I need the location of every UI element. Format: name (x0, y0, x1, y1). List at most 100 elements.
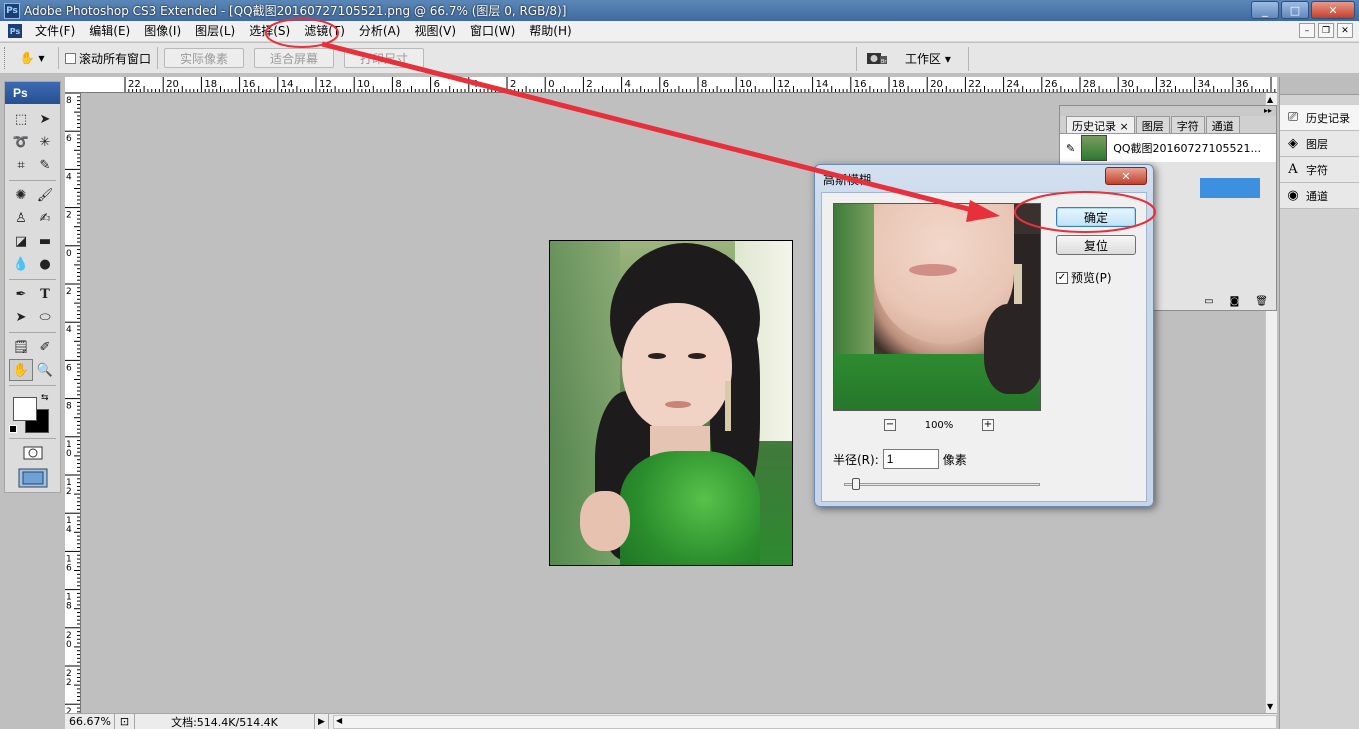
zoom-tool-icon[interactable]: 🔍 (33, 359, 57, 381)
swap-colors-icon[interactable]: ⇆ (41, 393, 49, 403)
crop-tool-icon[interactable]: ⌗ (9, 154, 33, 176)
notes-tool-icon[interactable]: 🗒 (9, 336, 33, 358)
ok-button[interactable]: 确定 (1056, 207, 1136, 227)
checkbox-box[interactable] (65, 52, 76, 64)
dock-character[interactable]: A 字符 (1280, 157, 1359, 183)
brush-tool-icon[interactable]: 🖌 (33, 184, 57, 206)
doc-minimize-button[interactable]: – (1299, 23, 1315, 38)
maximize-button[interactable]: □ (1281, 1, 1309, 19)
horizontal-ruler[interactable]: 22 20 18 16 14 12 10 8 6 4 2 0 2 4 6 8 10 12 14 16 18 20 22 24 2… (65, 77, 1277, 93)
actual-pixels-button[interactable]: 实际像素 (164, 48, 245, 68)
zoom-level[interactable]: 66.67% (65, 713, 115, 729)
options-grip[interactable] (4, 47, 8, 69)
tab-channels[interactable]: 通道 (1205, 116, 1240, 133)
radius-slider-track[interactable] (844, 483, 1040, 486)
fit-screen-button[interactable]: 适合屏幕 (254, 48, 335, 68)
menu-layer[interactable]: 图层(L) (188, 22, 242, 41)
eraser-tool-icon[interactable]: ◪ (9, 230, 33, 252)
blur-preview[interactable] (833, 203, 1041, 411)
workspace-menu[interactable]: 工作区 ▾ (905, 50, 951, 67)
bridge-button[interactable]: Br (862, 46, 892, 70)
pen-tool-icon[interactable]: ✒ (9, 283, 33, 305)
menu-window[interactable]: 窗口(W) (463, 22, 522, 41)
dialog-close-button[interactable]: ✕ (1105, 167, 1147, 185)
scroll-all-windows-checkbox[interactable]: 滚动所有窗口 (65, 50, 151, 67)
status-menu-arrow-icon[interactable]: ▶ (315, 713, 329, 729)
menu-filter[interactable]: 滤镜(T) (297, 22, 352, 41)
horizontal-scrollbar[interactable]: ◀ (333, 714, 1277, 729)
menu-select[interactable]: 选择(S) (242, 22, 297, 41)
tab-history[interactable]: 历史记录 × (1066, 116, 1135, 133)
path-selection-tool-icon[interactable]: ➤ (9, 306, 33, 328)
menu-image[interactable]: 图像(I) (137, 22, 188, 41)
zoom-in-button[interactable]: + (982, 419, 994, 431)
dock-header[interactable] (1280, 77, 1359, 95)
blur-tool-icon[interactable]: 💧 (9, 253, 33, 275)
slice-tool-icon[interactable]: ✎ (33, 154, 57, 176)
marquee-tool-icon[interactable]: ⬚ (9, 108, 33, 130)
menu-edit[interactable]: 编辑(E) (82, 22, 137, 41)
foreground-color-swatch[interactable] (13, 397, 37, 421)
ruler-label: 22 (128, 79, 141, 90)
toolbox-logo[interactable]: Ps (5, 82, 60, 104)
panel-collapse-icon[interactable]: ▸▸ (1264, 106, 1272, 115)
ellipse-tool-icon[interactable]: ⬭ (33, 306, 57, 328)
clone-stamp-tool-icon[interactable]: ♙ (9, 207, 33, 229)
history-brush-tool-icon[interactable]: ✍ (33, 207, 57, 229)
menu-view[interactable]: 视图(V) (407, 22, 463, 41)
panel-header[interactable]: ▸▸ (1060, 106, 1276, 116)
healing-brush-tool-icon[interactable]: ✺ (9, 184, 33, 206)
tab-layers[interactable]: 图层 (1135, 116, 1170, 133)
new-document-icon[interactable]: ▭ (1204, 296, 1213, 307)
ruler-label: 0 (66, 640, 72, 650)
menu-file[interactable]: 文件(F) (28, 22, 82, 41)
screen-mode-icon[interactable] (13, 465, 53, 491)
magic-wand-tool-icon[interactable]: ✳ (33, 131, 57, 153)
trash-icon[interactable]: 🗑 (1255, 296, 1268, 307)
doc-restore-button[interactable]: ❐ (1318, 23, 1334, 38)
radius-slider-thumb[interactable] (852, 478, 860, 490)
ruler-label: 8 (66, 402, 72, 412)
scroll-up-arrow-icon[interactable]: ▲ (1267, 95, 1273, 104)
radius-input[interactable] (882, 449, 939, 469)
dodge-tool-icon[interactable]: ● (33, 253, 57, 275)
dock-history[interactable]: ⎚ 历史记录 (1280, 105, 1359, 131)
dock-channels[interactable]: ◉ 通道 (1280, 183, 1359, 209)
close-tab-icon[interactable]: × (1120, 120, 1129, 133)
move-tool-icon[interactable]: ➤ (33, 108, 57, 130)
toolbox-divider (9, 279, 56, 280)
history-state-selected[interactable] (1200, 178, 1260, 198)
menu-help[interactable]: 帮助(H) (522, 22, 578, 41)
snapshot-camera-icon[interactable]: ◙ (1230, 296, 1240, 307)
ruler-label: 12 (319, 79, 332, 90)
quick-mask-icon[interactable] (13, 442, 53, 464)
history-brush-source-icon[interactable]: ✎ (1066, 142, 1075, 155)
reset-button[interactable]: 复位 (1056, 235, 1136, 255)
menu-analysis[interactable]: 分析(A) (352, 22, 408, 41)
preview-checkbox[interactable]: ✓ 预览(P) (1056, 269, 1112, 286)
tab-character[interactable]: 字符 (1170, 116, 1205, 133)
vertical-ruler[interactable]: 864202468101214161820222 (65, 93, 81, 713)
minimize-button[interactable]: _ (1251, 1, 1279, 19)
doc-close-button[interactable]: ✕ (1337, 23, 1353, 38)
history-snapshot[interactable]: ✎ QQ截图20160727105521... (1060, 134, 1276, 162)
preview-checkbox-box[interactable]: ✓ (1056, 271, 1068, 284)
document-icon[interactable]: Ps (8, 24, 22, 38)
eyedropper-tool-icon[interactable]: ✐ (33, 336, 57, 358)
lasso-tool-icon[interactable]: ➰ (9, 131, 33, 153)
hand-tool-icon[interactable]: ✋ (9, 359, 33, 381)
dock-layers[interactable]: ◈ 图层 (1280, 131, 1359, 157)
close-window-button[interactable]: ✕ (1311, 1, 1355, 19)
document-size: 文档:514.4K/514.4K (135, 713, 315, 729)
scroll-down-arrow-icon[interactable]: ▼ (1267, 702, 1273, 711)
ruler-label: 18 (204, 79, 217, 90)
gradient-tool-icon[interactable]: ▬ (33, 230, 57, 252)
zoom-out-button[interactable]: − (884, 419, 896, 431)
scroll-left-arrow-icon[interactable]: ◀ (336, 716, 342, 725)
status-icon[interactable]: ⊡ (115, 713, 135, 729)
default-colors-icon[interactable] (9, 425, 17, 433)
hand-tool-preset[interactable]: ✋ ▼ (12, 46, 52, 70)
type-tool-icon[interactable]: T (33, 283, 57, 305)
print-size-button[interactable]: 打印尺寸 (344, 48, 425, 68)
document-image[interactable] (549, 240, 793, 566)
